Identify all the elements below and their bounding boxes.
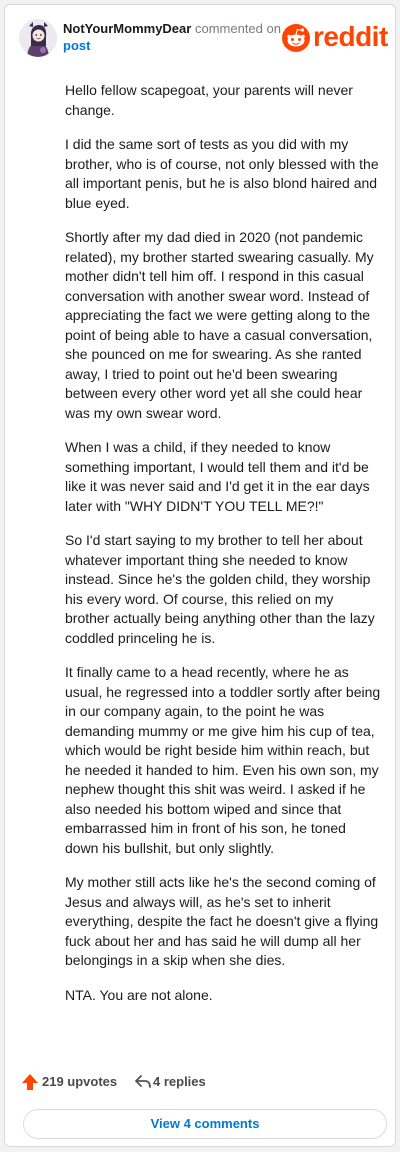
reddit-wordmark: reddit — [313, 21, 388, 52]
comment-meta: NotYourMommyDear commented on post — [63, 20, 283, 54]
comment-paragraph: My mother still acts like he's the secon… — [65, 874, 379, 968]
view-comments-button[interactable]: View 4 comments — [23, 1109, 387, 1139]
comment-header: NotYourMommyDear commented on post reddi… — [19, 19, 389, 59]
comment-paragraph: I did the same sort of tests as you did … — [65, 136, 379, 211]
comment-paragraph: So I'd start saying to my brother to tel… — [65, 532, 375, 646]
comment-paragraph: Shortly after my dad died in 2020 (not p… — [65, 229, 374, 421]
comment-paragraph: Hello fellow scapegoat, your parents wil… — [65, 82, 353, 118]
comment-paragraph: It finally came to a head recently, wher… — [65, 664, 381, 856]
avatar[interactable] — [19, 19, 57, 57]
avatar-icon — [19, 19, 57, 57]
comment-card: NotYourMommyDear commented on post reddi… — [4, 4, 396, 1147]
comment-body: Hello fellow scapegoat, your parents wil… — [65, 81, 381, 1020]
comment-footer: 219 upvotes 4 replies — [21, 1071, 381, 1095]
upvote-arrow-icon[interactable] — [21, 1073, 39, 1091]
upvote-count[interactable]: 219 upvotes — [42, 1074, 117, 1089]
reddit-logo[interactable]: reddit — [281, 21, 391, 55]
reply-arrow-icon[interactable] — [134, 1074, 152, 1090]
comment-paragraph: NTA. You are not alone. — [65, 986, 213, 1003]
post-link[interactable]: post — [63, 37, 283, 54]
reply-count[interactable]: 4 replies — [153, 1074, 206, 1089]
action-text: commented on — [194, 21, 281, 36]
comment-paragraph: When I was a child, if they needed to kn… — [65, 439, 370, 514]
reddit-snoo-icon — [282, 24, 310, 52]
username[interactable]: NotYourMommyDear — [63, 21, 191, 36]
